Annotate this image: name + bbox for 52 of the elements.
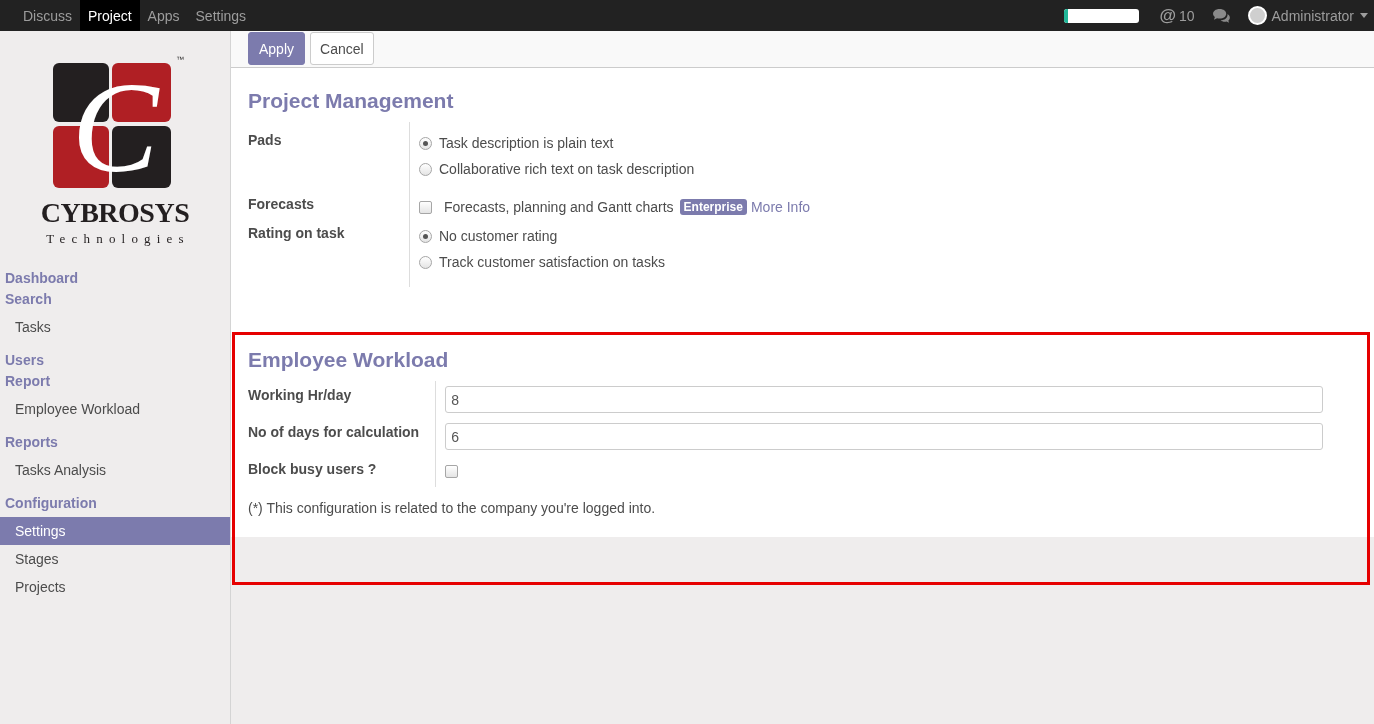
more-info-link[interactable]: More Info xyxy=(750,199,811,215)
mentions-counter[interactable]: @ 10 xyxy=(1159,5,1195,26)
apply-button[interactable]: Apply xyxy=(248,32,306,65)
menu-heading[interactable]: Users xyxy=(0,350,49,371)
radio-button[interactable] xyxy=(419,136,432,150)
section-title: Project Management xyxy=(248,88,454,114)
progress-track[interactable] xyxy=(1064,8,1140,23)
logo-tagline: Technologies xyxy=(45,231,190,247)
menu-item[interactable]: Projects xyxy=(0,573,230,601)
radio-button[interactable] xyxy=(419,229,432,243)
checkbox[interactable] xyxy=(419,200,432,214)
option-label: Task description is plain text xyxy=(439,134,614,152)
input-field[interactable]: 8 xyxy=(445,386,1323,413)
menu-item[interactable]: Employee Workload xyxy=(0,395,230,423)
top-menu-item[interactable]: Apps xyxy=(139,0,188,31)
checkbox[interactable] xyxy=(445,465,459,478)
menu-item[interactable]: Settings xyxy=(0,517,230,545)
radio-button[interactable] xyxy=(419,162,432,176)
menu-item[interactable]: Stages xyxy=(0,545,230,573)
avatar xyxy=(1247,6,1267,25)
top-menu-item[interactable]: Settings xyxy=(187,0,255,31)
caret-icon xyxy=(1360,13,1368,18)
menu-heading[interactable]: Search xyxy=(0,289,57,310)
field-label: No of days for calculation xyxy=(248,423,420,441)
option-label: Track customer satisfaction on tasks xyxy=(439,253,665,271)
field-label: Working Hr/day xyxy=(248,386,352,404)
edition-badge: Enterprise xyxy=(679,199,747,215)
logo-mark: C xyxy=(53,63,171,188)
menu-heading[interactable]: Configuration xyxy=(0,493,102,514)
option-label: Collaborative rich text on task description xyxy=(439,160,695,178)
menu-heading[interactable]: Report xyxy=(0,371,56,392)
user-menu[interactable]: Administrator xyxy=(1247,6,1368,25)
config-note: (*) This configuration is related to the company you're logged into. xyxy=(248,499,656,517)
top-menu-item[interactable]: Project xyxy=(80,0,140,31)
cancel-button[interactable]: Cancel xyxy=(310,32,374,65)
top-menu-item[interactable]: Discuss xyxy=(15,0,80,31)
input-field[interactable]: 6 xyxy=(445,423,1323,450)
section-title: Employee Workload xyxy=(248,347,449,373)
menu-item[interactable]: Tasks xyxy=(0,313,230,341)
chat-icon[interactable] xyxy=(1211,8,1231,23)
menu-heading[interactable]: Dashboard xyxy=(0,268,84,289)
field-label: Pads xyxy=(248,131,282,149)
option-label: Forecasts, planning and Gantt charts xyxy=(444,198,674,216)
field-label: Forecasts xyxy=(248,195,315,213)
menu-item[interactable]: Tasks Analysis xyxy=(0,456,230,484)
field-label: Block busy users ? xyxy=(248,460,377,478)
field-label: Rating on task xyxy=(248,224,345,242)
option-label: No customer rating xyxy=(439,227,558,245)
logo-name: CYBROSYS xyxy=(40,198,190,228)
radio-button[interactable] xyxy=(419,255,432,269)
trademark-mark: ™ xyxy=(176,55,184,64)
menu-heading[interactable]: Reports xyxy=(0,432,63,453)
